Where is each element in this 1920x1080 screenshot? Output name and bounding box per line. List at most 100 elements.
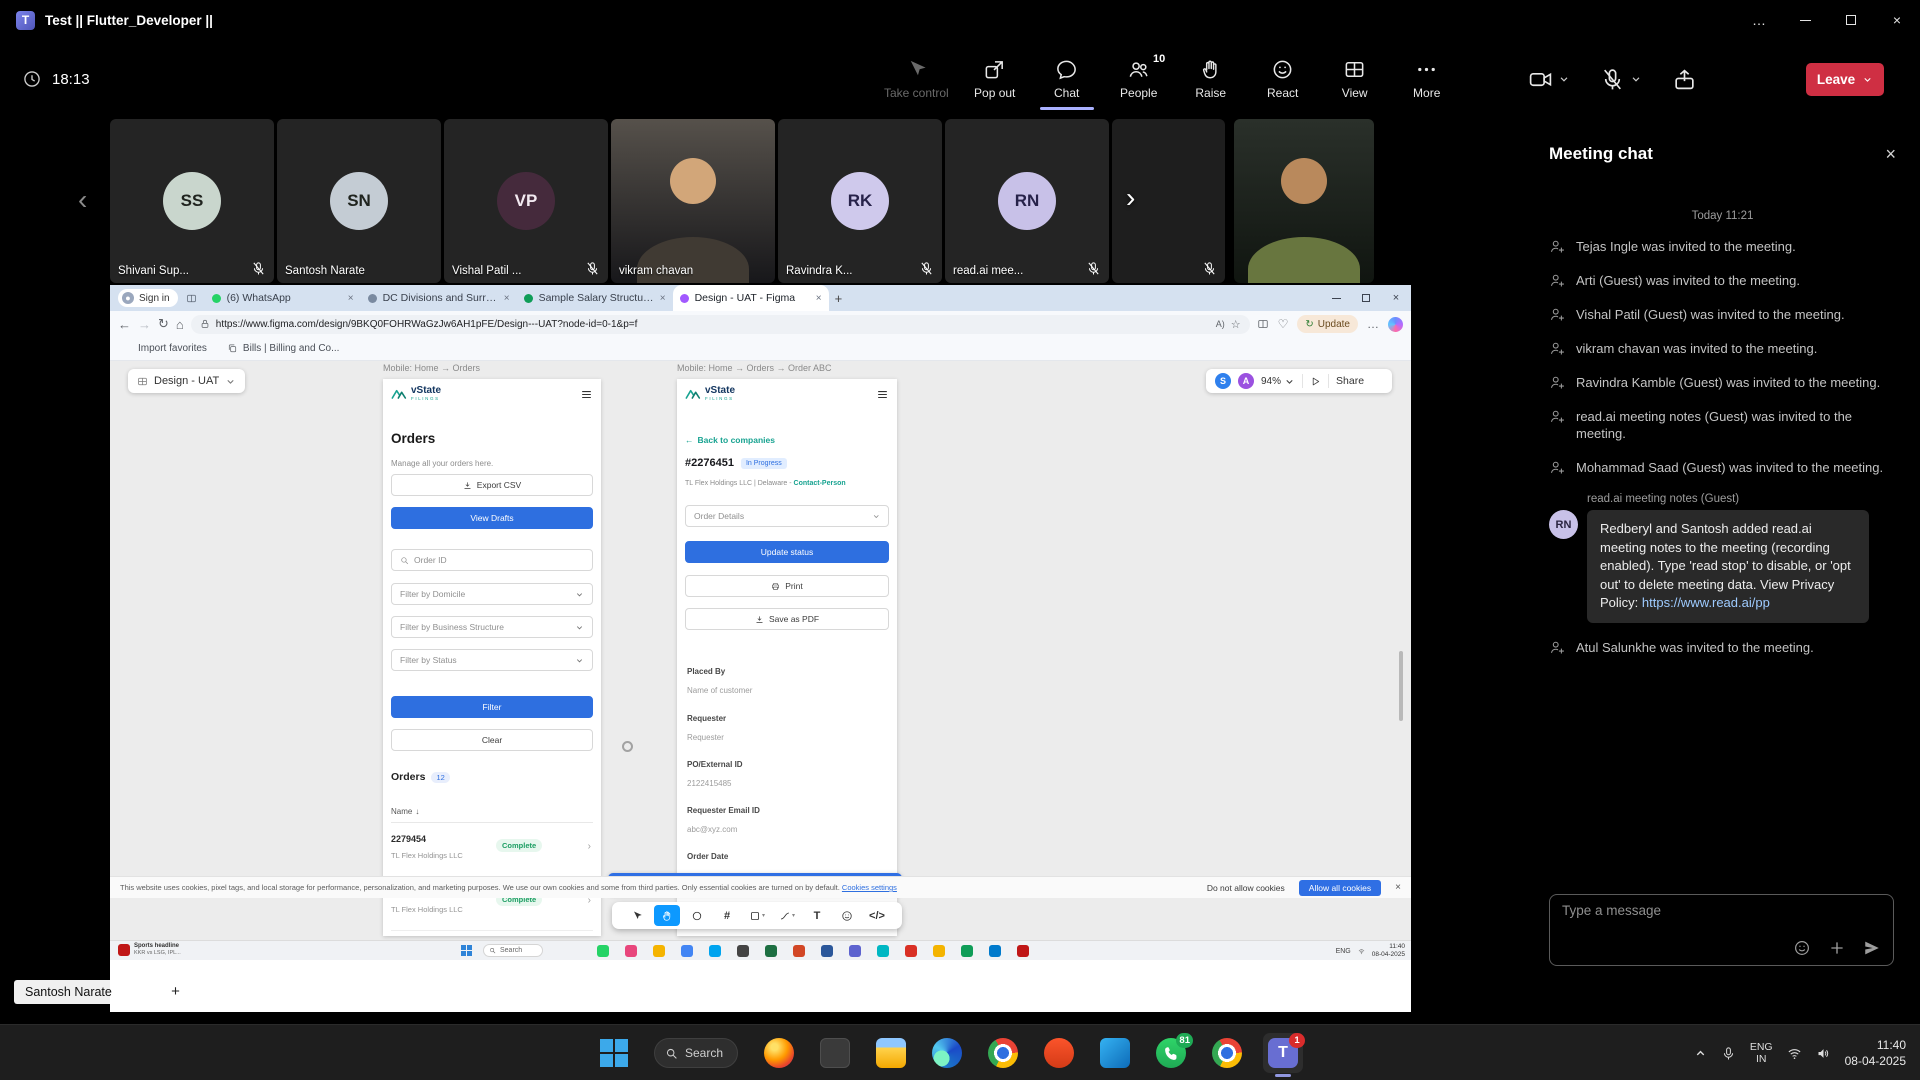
filter-button[interactable]: Filter [391,696,593,718]
allow-cookies-button[interactable]: Allow all cookies [1299,880,1381,896]
chat-input-box[interactable] [1549,894,1894,966]
gallery-next-button[interactable]: › [1126,182,1135,214]
taskbar-app-file-explorer[interactable] [876,1038,906,1068]
browser-profile-button[interactable]: ● Sign in [118,289,178,307]
attach-plus-icon[interactable] [1828,939,1846,957]
mic-button[interactable] [1600,67,1642,92]
browser-tab[interactable]: Design - UAT - Figma× [673,285,829,311]
present-icon[interactable] [1310,376,1321,387]
tab-actions-icon[interactable] [186,293,197,304]
move-tool-icon[interactable] [624,905,650,926]
send-icon[interactable] [1863,939,1881,957]
name-column-header[interactable]: Name↓ [391,807,593,823]
filter-select[interactable]: Filter by Status [391,649,593,671]
browser-maximize-button[interactable] [1351,294,1381,302]
zoom-in-button[interactable]: + [163,979,188,1004]
save-pdf-button[interactable]: Save as PDF [685,608,889,630]
language-indicator[interactable]: ENG IN [1750,1041,1773,1065]
chat-message-list[interactable]: Today 11:21 Tejas Ingle was invited to t… [1549,210,1896,884]
clock[interactable]: 11:40 08-04-2025 [1845,1037,1906,1069]
connector-tool-icon[interactable]: ▾ [774,905,800,926]
shared-taskbar-app-icon[interactable] [709,945,721,957]
favorite-star-icon[interactable]: ☆ [1231,318,1241,331]
wifi-icon[interactable] [1787,1046,1802,1061]
print-button[interactable]: Print [685,575,889,597]
menu-icon[interactable] [876,388,889,401]
tab-close-icon[interactable]: × [660,293,666,304]
deny-cookies-button[interactable]: Do not allow cookies [1207,883,1285,893]
address-bar[interactable]: https://www.figma.com/design/9BKQ0FOHRWa… [191,315,1250,334]
toolbar-people-button[interactable]: 10People [1107,40,1171,118]
shared-taskbar-app-icon[interactable] [961,945,973,957]
view-drafts-button[interactable]: View Drafts [391,507,593,529]
back-button[interactable]: ← [118,317,131,332]
tab-close-icon[interactable]: × [816,293,822,304]
participant-tile[interactable]: SSShivani Sup... [110,119,274,283]
leave-button[interactable]: Leave [1806,63,1884,96]
chevron-down-icon[interactable] [1862,74,1873,85]
gallery-previous-button[interactable]: ‹ [78,184,87,216]
shared-taskbar-app-icon[interactable] [681,945,693,957]
wifi-icon[interactable] [1358,948,1365,955]
shared-taskbar-app-icon[interactable] [597,945,609,957]
filter-select[interactable]: Filter by Domicile [391,583,593,605]
browser-close-button[interactable]: × [1381,292,1411,304]
participant-tile[interactable]: vikram chavan [611,119,775,283]
window-maximize-button[interactable] [1828,0,1874,40]
menu-icon[interactable] [580,388,593,401]
toolbar-pop-out-button[interactable]: Pop out [963,40,1027,118]
collaborator-avatar[interactable]: S [1215,373,1231,389]
taskbar-app-teams[interactable]: T1 [1268,1038,1298,1068]
start-button[interactable] [600,1039,628,1067]
clear-button[interactable]: Clear [391,729,593,751]
privacy-policy-link[interactable]: https://www.read.ai/pp [1642,595,1770,610]
order-row[interactable]: 2279454TL Flex Holdings LLCComplete› [391,825,593,877]
export-csv-button[interactable]: Export CSV [391,474,593,496]
copilot-icon[interactable] [1388,317,1403,332]
toolbar-react-button[interactable]: React [1251,40,1315,118]
forward-button[interactable]: → [138,317,151,332]
cookie-settings-link[interactable]: Cookies settings [842,883,897,892]
close-icon[interactable]: × [1395,882,1401,893]
taskbar-app-edge[interactable] [932,1038,962,1068]
browser-menu-icon[interactable]: … [1367,317,1379,331]
import-favorites-item[interactable]: Import favorites [122,343,207,354]
frame-tool-icon[interactable]: # [714,905,740,926]
taskbar-app-chrome[interactable] [988,1038,1018,1068]
participant-tile[interactable]: RNread.ai mee... [945,119,1109,283]
taskbar-app-brave[interactable] [1044,1038,1074,1068]
language-indicator[interactable]: ENG [1336,948,1351,955]
chevron-down-icon[interactable] [1630,73,1642,85]
favorites-folder-item[interactable]: Bills | Billing and Co... [227,343,340,354]
emoji-icon[interactable] [1793,939,1811,957]
taskbar-search[interactable]: Search [654,1038,738,1068]
zoom-control[interactable]: 94% [1261,376,1295,387]
shared-taskbar-app-icon[interactable] [849,945,861,957]
clock[interactable]: 11:40 08-04-2025 [1372,943,1405,959]
browser-update-button[interactable]: ↻Update [1297,315,1358,333]
shared-taskbar-app-icon[interactable] [793,945,805,957]
split-screen-icon[interactable] [1257,318,1269,330]
back-to-companies-link[interactable]: ←Back to companies [685,435,775,445]
shared-taskbar-app-icon[interactable] [737,945,749,957]
volume-icon[interactable] [1816,1046,1831,1061]
close-icon[interactable]: × [1885,144,1896,165]
taskbar-app-app-dark[interactable] [820,1038,850,1068]
contact-person-link[interactable]: Contact-Person [794,480,846,487]
camera-button[interactable] [1528,67,1570,92]
window-minimize-button[interactable] [1782,0,1828,40]
new-tab-button[interactable]: + [835,291,843,306]
sticker-tool-icon[interactable] [834,905,860,926]
code-tool-icon[interactable]: </> [864,905,890,926]
shared-taskbar-app-icon[interactable] [905,945,917,957]
figma-doc-pill[interactable]: Design - UAT [128,369,245,393]
shared-taskbar-app-icon[interactable] [765,945,777,957]
shared-taskbar-app-icon[interactable] [989,945,1001,957]
start-button[interactable] [461,945,472,956]
home-button[interactable]: ⌂ [176,317,184,332]
participant-tile-video[interactable] [1234,119,1374,283]
taskbar-app-firefox[interactable] [764,1038,794,1068]
browser-tab[interactable]: DC Divisions and Surroundings× [361,285,517,311]
tab-close-icon[interactable]: × [504,293,510,304]
taskbar-app-whatsapp[interactable]: 81 [1156,1038,1186,1068]
